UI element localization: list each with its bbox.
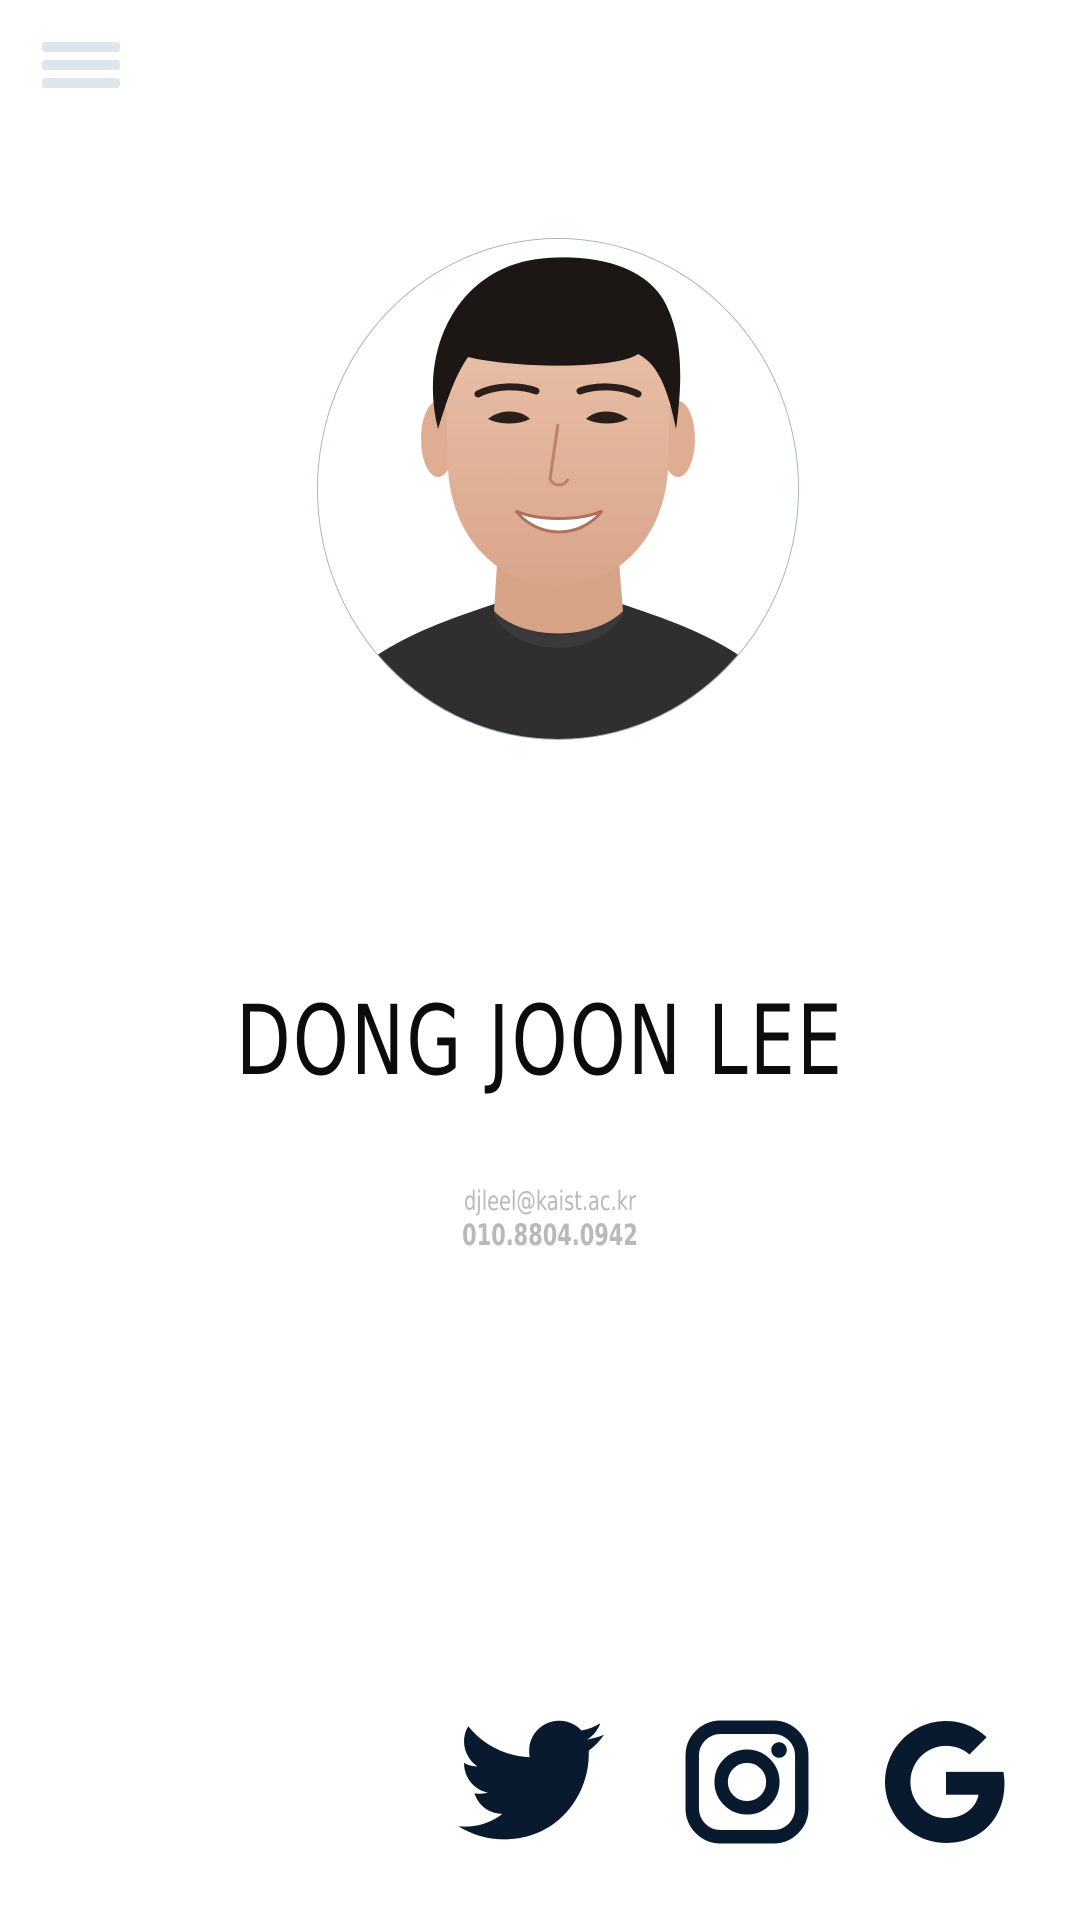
- hamburger-menu-icon: [42, 78, 120, 88]
- google-icon: [885, 1721, 1005, 1843]
- twitter-icon: [458, 1720, 604, 1840]
- email-address[interactable]: djleel@kaist.ac.kr: [370, 1186, 730, 1217]
- hamburger-menu-icon: [42, 42, 120, 52]
- instagram-icon: [685, 1720, 809, 1844]
- twitter-link[interactable]: [458, 1720, 604, 1842]
- phone-number[interactable]: 010.8804.0942: [370, 1218, 730, 1252]
- profile-name: DONG JOON LEE: [235, 985, 845, 1097]
- hamburger-menu-icon: [42, 60, 120, 70]
- avatar: [317, 238, 799, 740]
- google-link[interactable]: [885, 1720, 1007, 1844]
- instagram-link[interactable]: [685, 1720, 809, 1844]
- profile-photo: [318, 239, 798, 739]
- menu-button[interactable]: [42, 42, 120, 90]
